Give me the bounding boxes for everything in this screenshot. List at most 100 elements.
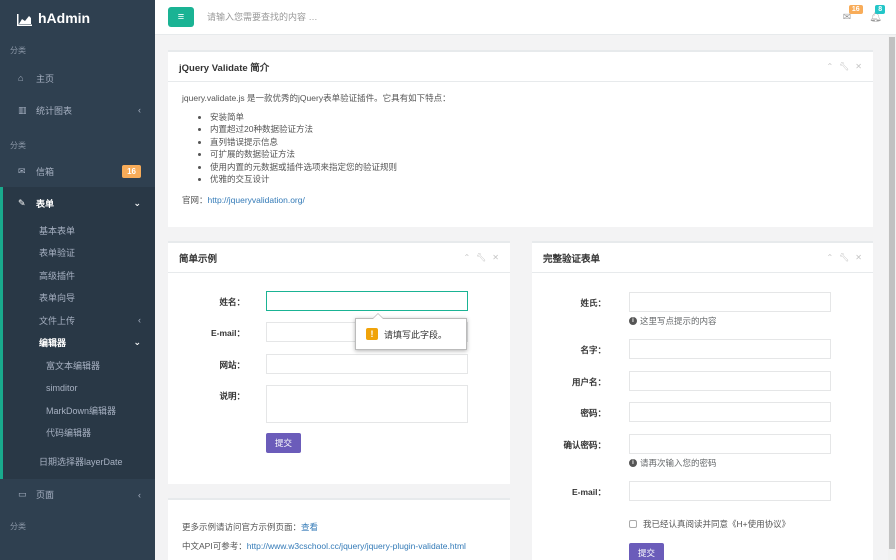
sidebar-subsubitem-rich-text[interactable]: 富文本编辑器 [3,354,155,377]
surname-field[interactable] [629,292,831,312]
sidebar-subsubitem-markdown[interactable]: MarkDown编辑器 [3,399,155,422]
sidebar-item-mailbox[interactable]: ✉ 信箱 16 [0,155,155,187]
bar-chart-icon [17,13,32,26]
form-row: 网站： [168,354,468,374]
agree-checkbox[interactable] [629,520,637,528]
name-label: 姓名： [219,297,245,307]
top-icons: ✉ 16 🔔︎ 8 [825,4,886,23]
panel-tools: ⌃ 🔧︎ ✕ [826,62,862,71]
scrollbar-thumb[interactable] [889,37,895,549]
sidebar-item-charts[interactable]: ▥ 统计图表 ‹ [0,94,155,126]
confirm-password-label: 确认密码： [563,440,606,450]
email-label: E-mail： [571,487,606,497]
official-site-link[interactable]: http://jqueryvalidation.org/ [208,195,305,205]
panel-body: jquery.validate.js 是一款优秀的jQuery表单验证插件。它具… [168,82,873,218]
username-field[interactable] [629,371,831,391]
hint-text: 请再次输入您的密码 [640,458,717,468]
website-field[interactable] [266,354,468,374]
panel-header: 简单示例 ⌃ 🔧︎ ✕ [168,243,510,273]
messages-button[interactable]: ✉ 16 [843,4,863,23]
sidebar-subitem-file-upload[interactable]: 文件上传 ‹ [3,309,155,332]
sidebar-subsubitem-code-editor[interactable]: 代码编辑器 [3,422,155,445]
sidebar-subitem-form-validate[interactable]: 表单验证 [3,242,155,265]
chevron-left-icon: ‹ [138,489,141,500]
wrench-icon[interactable]: 🔧︎ [476,253,486,262]
sidebar-subsubitem-simditor[interactable]: simditor [3,377,155,400]
brand[interactable]: hAdmin [0,0,155,36]
close-icon[interactable]: ✕ [855,62,862,71]
submit-button[interactable]: 提交 [629,543,665,560]
surname-label: 姓氏： [580,298,606,308]
password-field[interactable] [629,402,831,422]
api-reference-text: 中文API可参考： [182,541,247,551]
description-field[interactable] [266,385,468,423]
envelope-icon: ✉ [18,165,26,176]
sidebar-item-forms[interactable]: ✎ 表单 ⌄ [3,187,155,219]
sidebar-subitem-basic-form[interactable]: 基本表单 [3,219,155,242]
list-item: 优雅的交互设计 [210,173,859,186]
close-icon[interactable]: ✕ [492,253,499,262]
hint-text: 这里写点提示的内容 [640,316,717,326]
form-row: 确认密码： i 请再次输入您的密码 [532,434,831,469]
sidebar-subitem-editors[interactable]: 编辑器 ⌄ [3,332,155,355]
sidebar-item-label: 统计图表 [36,105,73,116]
surname-hint: i 这里写点提示的内容 [629,315,831,327]
sidebar-item-label: 表单 [36,198,55,209]
list-item: 安装简单 [210,111,859,124]
list-item: 可扩展的数据验证方法 [210,148,859,161]
panel-title: 简单示例 [179,253,218,265]
sidebar-item-label: 编辑器 [39,338,67,349]
menu-toggle-button[interactable]: ≡ [168,7,194,27]
feature-list: 安装简单 内置超过20种数据验证方法 直列错误提示信息 可扩展的数据验证方法 使… [182,111,859,186]
chevron-down-icon: ⌄ [133,337,141,348]
panel-header: jQuery Validate 简介 ⌃ 🔧︎ ✕ [168,52,873,82]
view-examples-link[interactable]: 查看 [301,522,318,532]
surname-group: i 这里写点提示的内容 [629,292,831,327]
messages-badge: 16 [848,4,863,14]
firstname-label: 名字： [580,345,606,355]
mailbox-badge: 16 [122,164,141,178]
collapse-icon[interactable]: ⌃ [463,253,470,262]
page-scrollbar[interactable] [888,35,896,560]
sidebar: hAdmin 分类 ⌂ 主页 ▥ 统计图表 ‹ 分类 ✉ 信箱 16 ✎ 表单 … [0,0,155,560]
brand-name: hAdmin [38,10,91,26]
sidebar-subitem-form-wizard[interactable]: 表单向导 [3,287,155,310]
submit-button[interactable]: 提交 [266,433,302,453]
panel-body: 更多示例请访问官方示例页面：查看 中文API可参考：http://www.w3c… [168,500,510,556]
sidebar-subitem-date-picker[interactable]: 日期选择器layerDate [3,450,155,473]
nav-section-header: 分类 [10,46,26,55]
sidebar-item-label: 文件上传 [39,315,76,326]
wrench-icon[interactable]: 🔧︎ [839,253,849,262]
email-label: E-mail： [210,328,245,338]
submit-wrap: 提交 [266,433,302,453]
search-input[interactable] [207,12,507,22]
nav-section-header: 分类 [10,521,26,531]
confirm-password-field[interactable] [629,434,831,454]
list-item: 使用内置的元数据或插件选项来指定您的验证规则 [210,161,859,174]
form-row: 名字： [532,339,831,359]
form-row: E-mail： [532,481,831,501]
collapse-icon[interactable]: ⌃ [826,253,833,262]
sidebar-item-pages[interactable]: ▭ 页面 ‹ [0,479,155,511]
name-field[interactable] [266,291,468,311]
description-label: 说明： [219,391,245,401]
edit-icon: ✎ [18,197,26,208]
bar-chart-icon: ▥ [18,104,27,115]
confirm-password-hint: i 请再次输入您的密码 [629,457,831,469]
warning-icon: ! [366,328,378,340]
sidebar-item-label: 页面 [36,490,55,500]
firstname-field[interactable] [629,339,831,359]
api-reference-link[interactable]: http://www.w3cschool.cc/jquery/jquery-pl… [247,541,466,551]
list-item: 直列错误提示信息 [210,136,859,149]
sidebar-subitem-advanced-plugins[interactable]: 高级插件 [3,264,155,287]
validation-tooltip: ! 请填写此字段。 [355,313,467,350]
email-field[interactable] [629,481,831,501]
official-site-line: 官网：http://jqueryvalidation.org/ [182,194,859,206]
close-icon[interactable]: ✕ [855,253,862,262]
sidebar-item-home[interactable]: ⌂ 主页 [0,62,155,94]
wrench-icon[interactable]: 🔧︎ [839,62,849,71]
agree-row[interactable]: 我已经认真阅读并同意《H+使用协议》 [629,518,790,530]
agree-label: 我已经认真阅读并同意《H+使用协议》 [643,519,791,529]
notifications-button[interactable]: 🔔︎ 8 [869,4,886,23]
collapse-icon[interactable]: ⌃ [826,62,833,71]
